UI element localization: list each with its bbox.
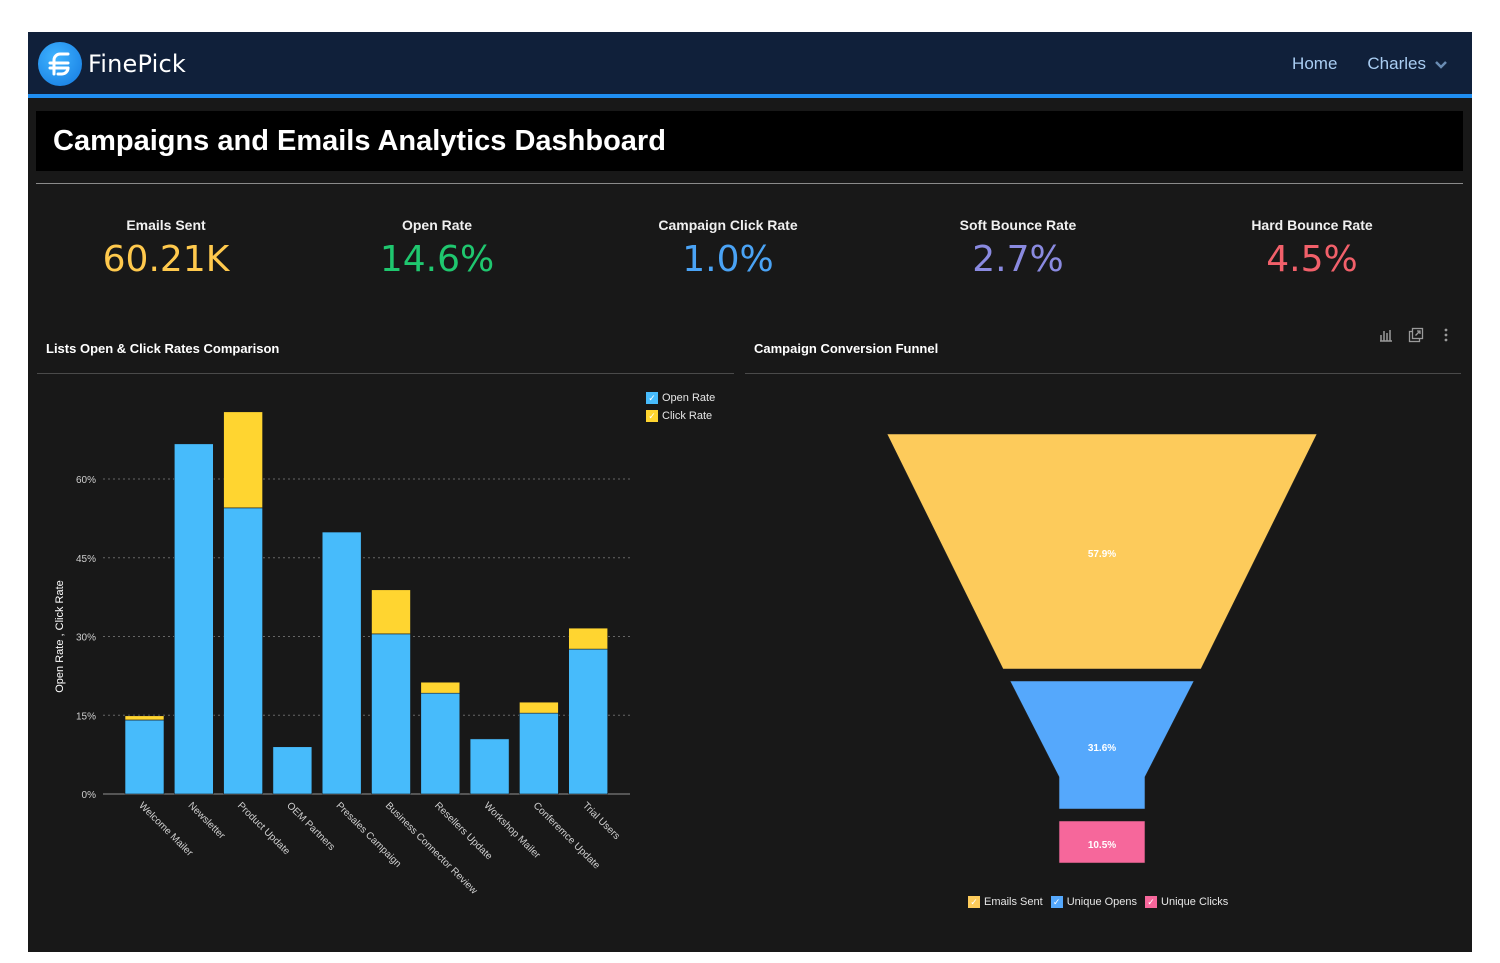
bar-chart-icon[interactable]: [1378, 327, 1394, 343]
legend-label: Unique Clicks: [1161, 896, 1229, 908]
x-tick-label: Business Connector Review: [383, 800, 480, 897]
x-tick-label: Trial Users: [580, 800, 622, 842]
x-tick-label: OEM Partners: [284, 800, 337, 853]
funnel-data-label: 31.6%: [1088, 743, 1116, 754]
legend-label: Emails Sent: [984, 896, 1043, 908]
kpi-row: Emails Sent 60.21K Open Rate 14.6% Campa…: [28, 217, 1472, 297]
x-tick-label: Product Update: [235, 800, 292, 857]
finepick-logo-icon: [38, 42, 82, 86]
checkbox-checked-icon: ✓: [1050, 896, 1063, 908]
kpi-soft-bounce-rate: Soft Bounce Rate 2.7%: [898, 217, 1138, 280]
funnel-panel-tools: [1378, 327, 1454, 343]
kpi-label: Campaign Click Rate: [658, 217, 798, 233]
legend-item-unique-clicks[interactable]: ✓ Unique Clicks: [1145, 896, 1228, 908]
bar-open-rate: [420, 692, 461, 795]
bar-legend: ✓ Open Rate ✓ Click Rate: [646, 392, 715, 422]
app-logo[interactable]: FinePick: [38, 42, 186, 86]
legend-label: Unique Opens: [1066, 896, 1138, 908]
kpi-label: Emails Sent: [126, 217, 206, 233]
funnel-panel-divider: [745, 373, 1461, 374]
kpi-label: Soft Bounce Rate: [959, 217, 1077, 233]
y-tick-label: 60%: [76, 475, 96, 486]
funnel-data-label: 57.9%: [1088, 549, 1116, 560]
bar-open-rate: [321, 531, 362, 795]
kpi-value: 14.6%: [379, 239, 495, 280]
kpi-campaign-click-rate: Campaign Click Rate 1.0%: [608, 217, 848, 280]
x-tick-label: Newsletter: [186, 800, 228, 842]
bar-open-rate: [519, 712, 559, 795]
checkbox-checked-icon: ✓: [646, 392, 658, 404]
bar-open-rate: [174, 443, 214, 795]
funnel-chart: 57.9% 31.6% 10.5%: [886, 433, 1318, 864]
bar-panel-divider: [37, 373, 734, 374]
bar-click-rate: [124, 715, 165, 721]
bar-click-rate: [371, 589, 411, 635]
y-tick-label: 30%: [76, 633, 96, 644]
bar-panel-title: Lists Open & Click Rates Comparison: [46, 341, 280, 356]
checkbox-checked-icon: ✓: [1145, 896, 1158, 908]
y-axis-label: Open Rate , Click Rate: [54, 580, 66, 693]
y-tick-label: 15%: [76, 711, 96, 722]
bar-click-rate: [519, 701, 559, 714]
page-title-bar: Campaigns and Emails Analytics Dashboard: [36, 111, 1463, 171]
checkbox-checked-icon: ✓: [968, 896, 980, 908]
funnel-legend: ✓ Emails Sent ✓ Unique Opens ✓ Unique Cl…: [968, 896, 1228, 908]
kpi-open-rate: Open Rate 14.6%: [317, 217, 557, 280]
legend-item-unique-opens[interactable]: ✓ Unique Opens: [1050, 896, 1138, 908]
funnel-panel-title: Campaign Conversion Funnel: [754, 341, 939, 356]
top-navbar: FinePick Home Charles: [28, 32, 1472, 98]
bar-open-rate: [124, 719, 165, 795]
app-name: FinePick: [88, 50, 187, 78]
chevron-down-icon: [1435, 61, 1447, 69]
bar-open-rate: [568, 648, 609, 795]
x-tick-label: Welcome Mailer: [136, 800, 195, 859]
bar-chart: 0% 15% 30% 45% 60% Open Rate , Click Rate Welc…: [54, 411, 630, 897]
legend-item-click-rate[interactable]: ✓ Click Rate: [646, 410, 715, 422]
bar-open-rate: [469, 738, 510, 795]
legend-label: Open Rate: [662, 392, 716, 404]
bar-click-rate: [223, 411, 263, 509]
bar-click-rate: [420, 681, 461, 694]
nav-home-link[interactable]: Home: [1292, 54, 1337, 74]
title-divider: [36, 183, 1463, 184]
app-frame: FinePick Home Charles Campaigns and Emai…: [28, 32, 1472, 952]
kpi-emails-sent: Emails Sent 60.21K: [46, 217, 286, 280]
bar-open-rate: [371, 633, 411, 795]
bar-open-rate: [272, 746, 313, 795]
export-icon[interactable]: [1408, 327, 1424, 343]
kpi-hard-bounce-rate: Hard Bounce Rate 4.5%: [1192, 217, 1432, 280]
checkbox-checked-icon: ✓: [646, 410, 658, 422]
bar-open-rate: [223, 507, 263, 795]
user-menu[interactable]: Charles: [1367, 54, 1448, 74]
legend-item-open-rate[interactable]: ✓ Open Rate: [646, 392, 715, 404]
kpi-value: 1.0%: [682, 239, 774, 280]
more-vertical-icon[interactable]: [1438, 327, 1454, 343]
page-title: Campaigns and Emails Analytics Dashboard: [53, 125, 666, 157]
y-tick-label: 0%: [82, 790, 97, 801]
kpi-value: 60.21K: [102, 239, 230, 280]
legend-label: Click Rate: [662, 410, 713, 422]
kpi-value: 2.7%: [972, 239, 1064, 280]
bar-click-rate: [568, 627, 609, 650]
kpi-label: Hard Bounce Rate: [1251, 217, 1373, 233]
legend-item-emails-sent[interactable]: ✓ Emails Sent: [968, 896, 1043, 908]
user-name: Charles: [1367, 54, 1426, 73]
funnel-data-label: 10.5%: [1088, 840, 1116, 851]
y-tick-label: 45%: [76, 554, 96, 565]
kpi-value: 4.5%: [1266, 239, 1358, 280]
kpi-label: Open Rate: [401, 217, 472, 233]
